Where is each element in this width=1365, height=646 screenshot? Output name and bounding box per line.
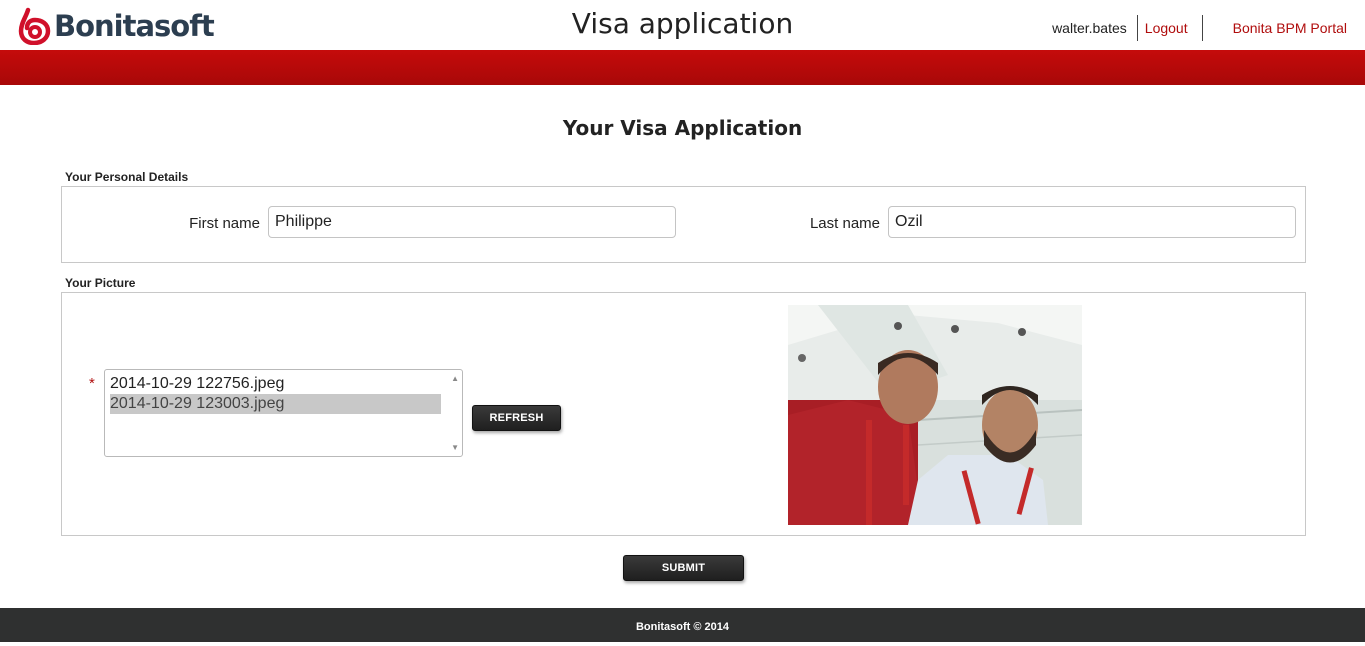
personal-details-title: Your Personal Details — [65, 170, 189, 184]
username-label: walter.bates — [1052, 20, 1127, 36]
first-name-label: First name — [189, 215, 260, 232]
scroll-down-arrow-icon[interactable]: ▼ — [451, 443, 459, 452]
picture-file-listbox[interactable]: 2014-10-29 122756.jpeg 2014-10-29 123003… — [104, 369, 463, 457]
header-red-band — [0, 50, 1365, 85]
last-name-input[interactable] — [888, 206, 1296, 238]
footer: Bonitasoft © 2014 — [0, 608, 1365, 642]
footer-copyright: Bonitasoft © 2014 — [635, 621, 730, 633]
scroll-up-arrow-icon[interactable]: ▲ — [451, 374, 459, 383]
logout-link[interactable]: Logout — [1138, 20, 1202, 36]
webcam-photo — [788, 305, 1082, 525]
picture-section-title: Your Picture — [65, 276, 136, 290]
portal-link[interactable]: Bonita BPM Portal — [1203, 20, 1347, 36]
app-header: Bonitasoft Visa application walter.bates… — [0, 0, 1365, 50]
file-option-selected[interactable]: 2014-10-29 123003.jpeg — [110, 394, 441, 414]
page-title: Your Visa Application — [562, 116, 803, 140]
required-marker: * — [89, 375, 95, 392]
refresh-button[interactable]: REFRESH — [472, 405, 561, 431]
file-option[interactable]: 2014-10-29 122756.jpeg — [110, 374, 441, 394]
submit-application-button[interactable]: SUBMIT APPLICATION — [623, 555, 744, 598]
last-name-label: Last name — [809, 215, 880, 232]
user-nav: walter.bates Logout Bonita BPM Portal — [1052, 15, 1347, 41]
first-name-input[interactable] — [268, 206, 676, 238]
